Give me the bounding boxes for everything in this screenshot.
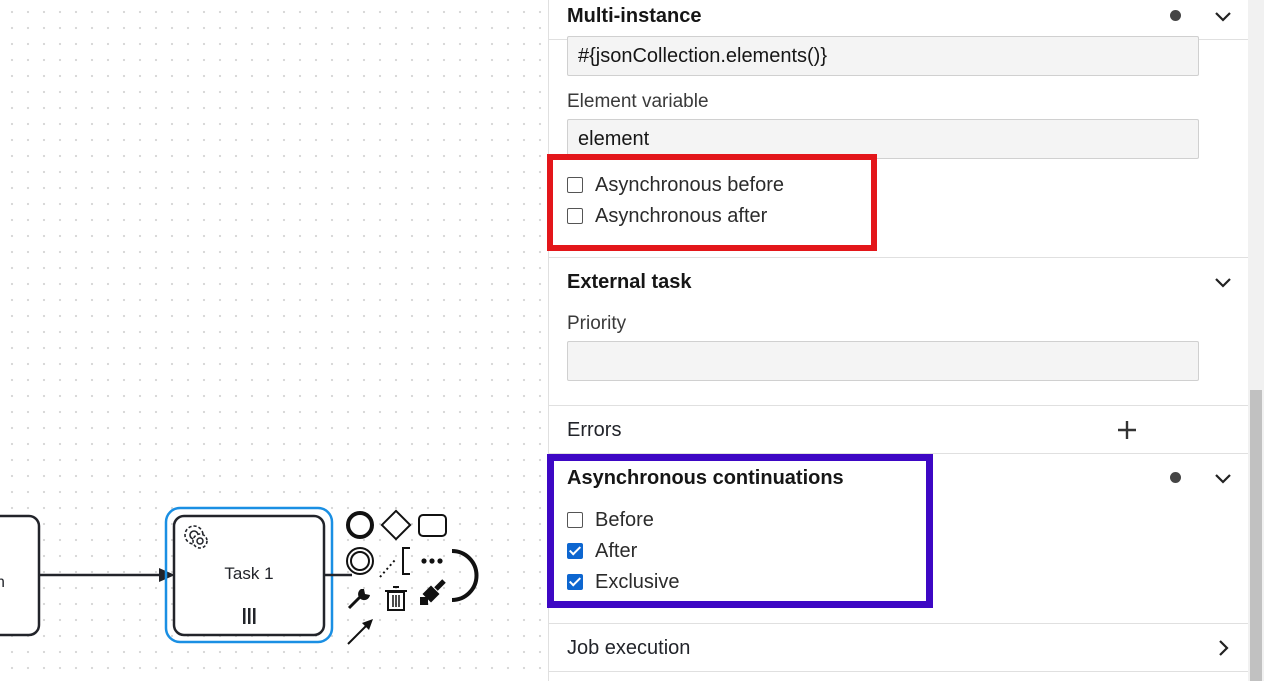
color-paintbrush-icon[interactable]: [420, 579, 446, 605]
loop-connect-icon[interactable]: [451, 549, 479, 602]
divider: [549, 405, 1249, 406]
chevron-down-icon[interactable]: [1213, 468, 1233, 488]
append-task-icon[interactable]: [418, 514, 447, 537]
append-text-annotation-icon[interactable]: [379, 547, 410, 578]
group-header-multi-instance[interactable]: Multi-instance: [549, 0, 1249, 36]
previous-task-label: n: [0, 574, 5, 591]
previous-task-shape[interactable]: [0, 514, 41, 637]
delete-trash-icon[interactable]: [385, 586, 407, 611]
group-title-errors: Errors: [567, 418, 622, 441]
divider: [549, 623, 1249, 624]
group-header-job-execution[interactable]: Job execution: [549, 628, 1249, 668]
label-element-variable: Element variable: [567, 91, 709, 112]
panel-scrollbar[interactable]: [1248, 0, 1264, 681]
parallel-multi-instance-marker-icon: [243, 608, 256, 624]
input-collection[interactable]: #{jsonCollection.elements()}: [567, 36, 1199, 76]
input-priority[interactable]: [567, 341, 1199, 381]
chevron-down-icon[interactable]: [1213, 6, 1233, 26]
divider: [549, 257, 1249, 258]
scrollbar-thumb[interactable]: [1250, 390, 1262, 681]
plus-icon[interactable]: [1117, 420, 1137, 440]
append-gateway-icon[interactable]: [380, 509, 412, 541]
label-priority: Priority: [567, 313, 627, 334]
divider: [549, 671, 1249, 672]
group-has-data-indicator: [1170, 472, 1181, 483]
highlight-box-red: [547, 154, 877, 251]
input-element-variable[interactable]: element: [567, 119, 1199, 159]
append-end-event-icon[interactable]: [346, 511, 374, 539]
group-header-external-task[interactable]: External task: [549, 262, 1249, 302]
task-1-label: Task 1: [224, 564, 274, 583]
bpmn-canvas[interactable]: Task 1 n: [0, 0, 548, 681]
more-options-icon[interactable]: [421, 558, 443, 564]
group-title-job-execution: Job execution: [567, 636, 691, 659]
group-title-external-task: External task: [567, 270, 692, 293]
group-has-data-indicator: [1170, 10, 1181, 21]
chevron-right-icon[interactable]: [1213, 638, 1233, 658]
change-type-wrench-icon[interactable]: [347, 589, 370, 610]
chevron-down-icon[interactable]: [1213, 272, 1233, 292]
group-title-multi-instance: Multi-instance: [567, 4, 702, 27]
context-pad: [346, 509, 479, 645]
group-header-errors[interactable]: Errors: [549, 410, 1249, 450]
highlight-box-blue: [547, 454, 933, 608]
connect-arrow-icon[interactable]: [347, 619, 373, 645]
